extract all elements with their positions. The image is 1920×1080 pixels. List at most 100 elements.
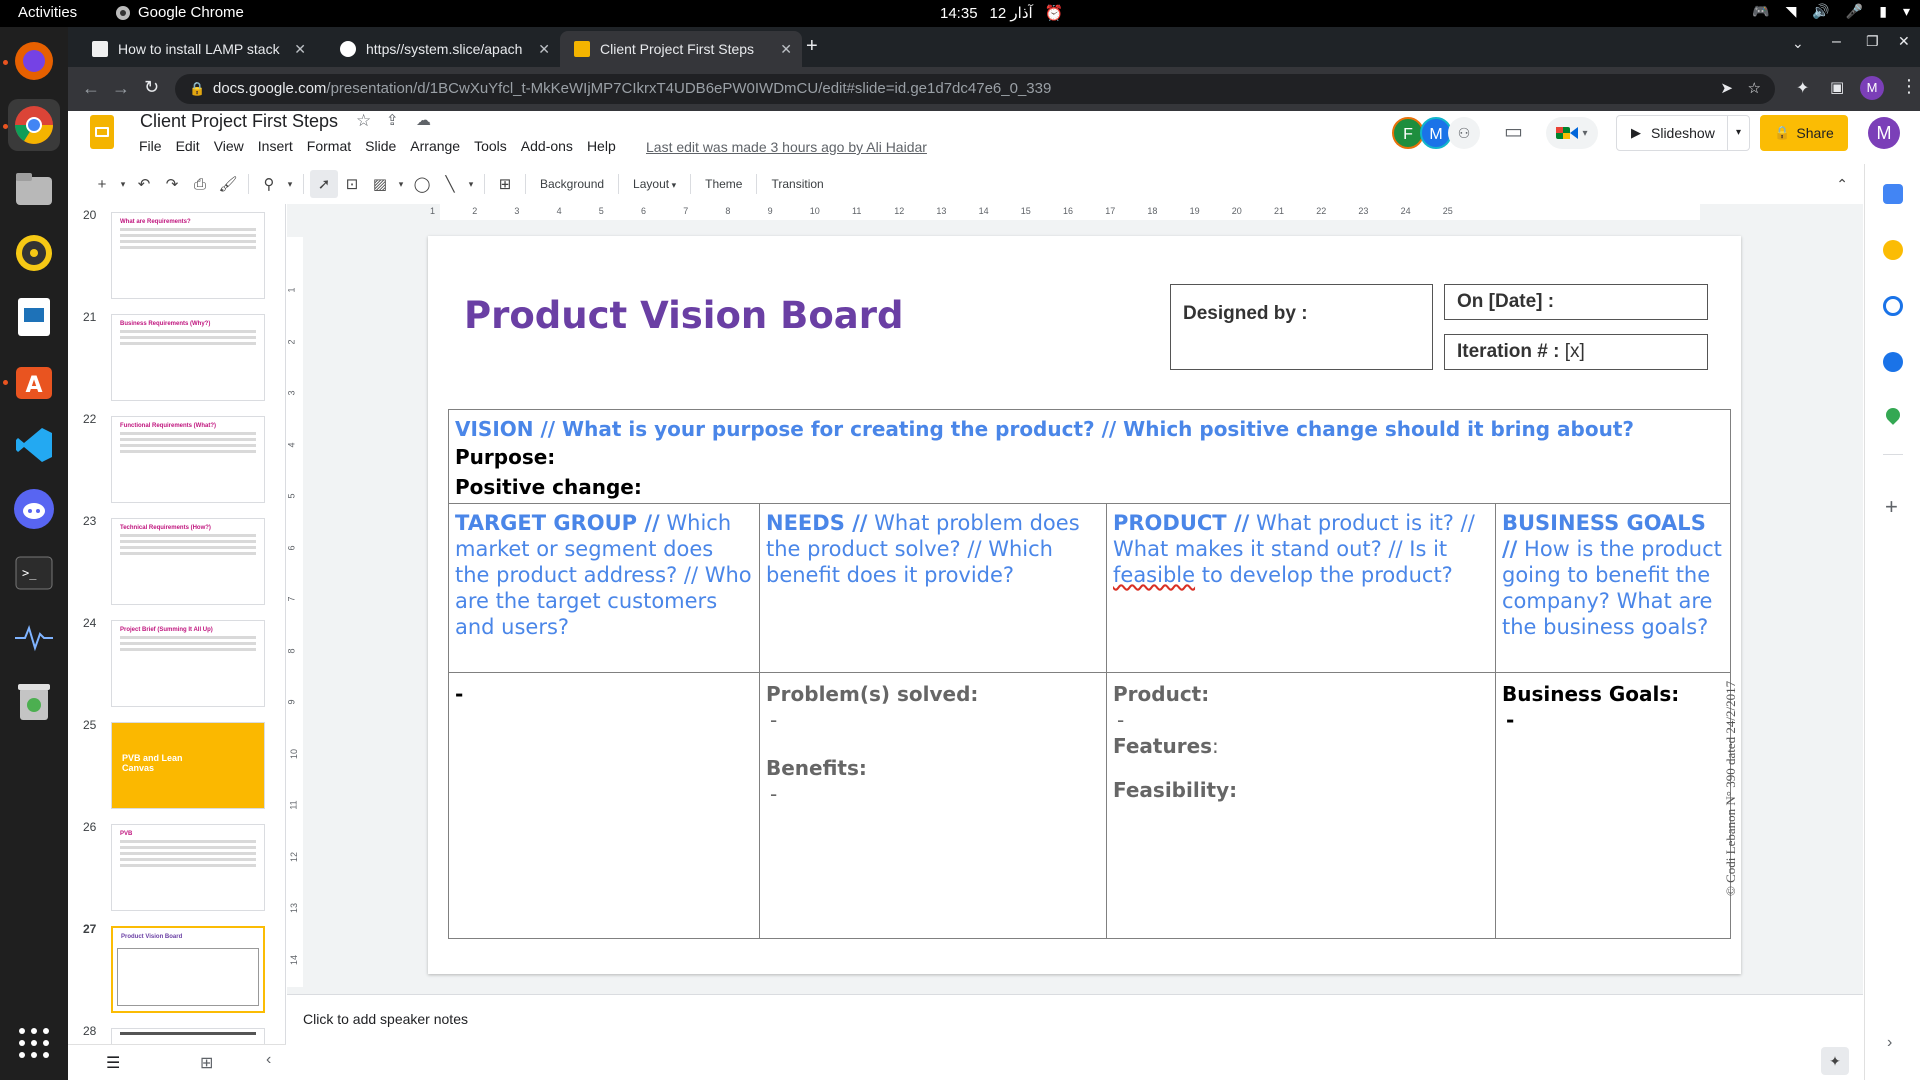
menu-help[interactable]: Help [587,138,616,154]
background-button[interactable]: Background [532,177,612,191]
menu-view[interactable]: View [214,138,244,154]
slideshow-button[interactable]: ▶ Slideshow ▾ [1616,115,1750,151]
menu-insert[interactable]: Insert [258,138,293,154]
ubuntu-software-icon[interactable]: A [8,355,60,407]
app-menu[interactable]: Google Chrome [115,4,244,21]
bookmark-star-icon[interactable]: ☆ [1748,74,1761,104]
calendar-icon[interactable] [1883,184,1903,204]
theme-button[interactable]: Theme [697,177,750,191]
reload-icon[interactable]: ↻ [144,77,159,98]
keep-icon[interactable] [1883,240,1903,260]
tab-system-slice[interactable]: https//system.slice/apach ✕ [326,31,560,67]
get-addons-icon[interactable]: + [1885,494,1898,520]
minimize-window-icon[interactable]: – [1832,33,1841,51]
system-tray[interactable]: 🎮 ◥ 🔊 🎤 ▮ ▾ [1752,3,1910,20]
tab-search-icon[interactable]: ⌄ [1792,35,1804,52]
last-edit-link[interactable]: Last edit was made 3 hours ago by Ali Ha… [646,139,927,155]
explore-icon[interactable]: ✦ [1821,1047,1849,1075]
new-tab-button[interactable]: + [806,35,818,58]
close-tab-icon[interactable]: ✕ [538,41,550,58]
send-to-device-icon[interactable]: ➤ [1720,74,1733,104]
shape-icon[interactable]: ◯ [408,170,436,198]
chrome-menu-icon[interactable]: ⋮ [1900,76,1918,97]
select-cursor-icon[interactable]: ➚ [310,170,338,198]
iteration-box[interactable]: Iteration # : [x] [1444,334,1708,370]
firefox-icon[interactable] [8,35,60,87]
slide-title[interactable]: Product Vision Board [464,294,903,337]
close-tab-icon[interactable]: ✕ [294,41,306,58]
share-button[interactable]: 🔒 Share [1760,115,1848,151]
text-box-icon[interactable]: ⊡ [338,170,366,198]
vision-row[interactable]: VISION // What is your purpose for creat… [449,410,1730,504]
lock-icon[interactable]: 🔒 [189,74,205,104]
business-goals-column[interactable]: BUSINESS GOALS // How is the product goi… [1496,504,1730,938]
chevron-down-icon[interactable]: ▾ [283,170,297,198]
collapse-filmstrip-icon[interactable]: ‹ [266,1051,271,1069]
maps-icon[interactable] [1883,405,1903,425]
contacts-icon[interactable] [1883,352,1903,372]
slides-logo-icon[interactable] [90,115,114,149]
new-slide-icon[interactable]: + [88,170,116,198]
meet-button[interactable]: ▾ [1546,117,1598,149]
tab-client-project[interactable]: Client Project First Steps ✕ [560,31,802,67]
menu-edit[interactable]: Edit [176,138,200,154]
activities-button[interactable]: Activities [18,4,77,21]
date-box[interactable]: On [Date] : [1444,284,1708,320]
impress-icon[interactable] [8,291,60,343]
clock[interactable]: 14:35 12 آذار ⏰ [940,4,1063,23]
chrome-dock-icon[interactable] [8,99,60,151]
grid-view-icon[interactable]: ⊞ [200,1053,213,1073]
menu-tools[interactable]: Tools [474,138,507,154]
extensions-icon[interactable]: ✦ [1796,78,1809,98]
menu-format[interactable]: Format [307,138,351,154]
line-icon[interactable]: ╲ [436,170,464,198]
slide-canvas[interactable]: Product Vision Board Designed by : On [D… [428,236,1741,974]
files-icon[interactable] [8,163,60,215]
vscode-icon[interactable] [8,419,60,471]
star-icon[interactable]: ☆ [356,111,371,131]
account-avatar[interactable]: M [1868,117,1900,149]
layout-button[interactable]: Layout ▾ [625,177,684,191]
menu-arrange[interactable]: Arrange [410,138,460,154]
filmstrip-view-icon[interactable]: ☰ [106,1053,120,1073]
product-column[interactable]: PRODUCT // What product is it? // What m… [1107,504,1496,938]
rhythmbox-icon[interactable] [8,227,60,279]
menu-slide[interactable]: Slide [365,138,396,154]
move-to-drive-icon[interactable]: ⇪ [386,111,399,129]
zoom-icon[interactable]: ⚲ [255,170,283,198]
transition-button[interactable]: Transition [763,177,831,191]
menu-file[interactable]: File [139,138,162,154]
undo-icon[interactable]: ↶ [130,170,158,198]
slideshow-options-icon[interactable]: ▾ [1727,116,1749,150]
back-icon[interactable]: ← [82,78,100,99]
menu-addons[interactable]: Add-ons [521,138,573,154]
address-bar[interactable]: 🔒 docs.google.com/presentation/d/1BCwXuY… [175,74,1775,104]
restore-window-icon[interactable]: ❐ [1866,33,1879,50]
close-tab-icon[interactable]: ✕ [780,41,792,58]
terminal-icon[interactable]: >_ [8,547,60,599]
chevron-down-icon[interactable]: ▾ [394,170,408,198]
hide-side-panel-icon[interactable]: › [1887,1034,1892,1052]
paint-format-icon[interactable]: 🖌 [214,170,242,198]
add-comment-icon[interactable]: ⊞ [491,170,519,198]
comments-icon[interactable]: ▭ [1504,119,1523,144]
side-panel-icon[interactable]: ▣ [1830,78,1844,96]
close-window-icon[interactable]: ✕ [1898,33,1910,50]
document-title[interactable]: Client Project First Steps [140,111,338,132]
image-icon[interactable]: ▨ [366,170,394,198]
forward-icon[interactable]: → [112,78,130,99]
system-monitor-icon[interactable] [8,611,60,663]
product-vision-table[interactable]: VISION // What is your purpose for creat… [448,409,1731,939]
discord-icon[interactable] [8,483,60,535]
chevron-down-icon[interactable]: ▾ [116,170,130,198]
designed-by-box[interactable]: Designed by : [1170,284,1433,370]
chevron-down-icon[interactable]: ▾ [464,170,478,198]
tasks-icon[interactable] [1883,296,1903,316]
redo-icon[interactable]: ↷ [158,170,186,198]
cloud-saved-icon[interactable]: ☁ [416,111,431,129]
collapse-toolbar-icon[interactable]: ⌃ [1836,176,1848,193]
profile-avatar[interactable]: M [1860,76,1884,100]
more-collaborators-icon[interactable]: ⚇ [1448,117,1480,149]
trash-icon[interactable] [8,675,60,727]
show-applications-icon[interactable] [8,1017,60,1069]
